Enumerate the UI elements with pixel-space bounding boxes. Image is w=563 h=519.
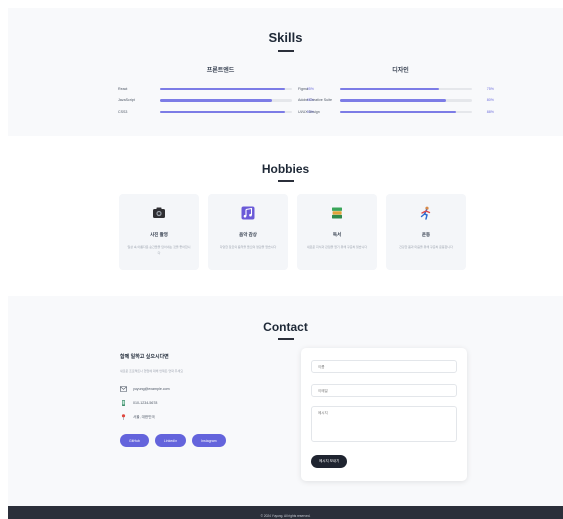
footer-copyright: © 2024 Yuyung. All rights reserved. bbox=[260, 514, 311, 518]
phone-icon bbox=[122, 400, 125, 406]
hobby-card-desc: 일상 속 아름다운 순간들을 담아내는 것을 좋아합니다 bbox=[127, 245, 191, 255]
contact-email-link[interactable]: yuyung@example.com bbox=[133, 387, 170, 391]
skill-row: Adobe Creative Suite 80% bbox=[298, 95, 503, 107]
skills-frontend-column: 프론트엔드 React 95% JavaScript 85% CSS3 95% bbox=[118, 65, 323, 118]
frontend-title: 프론트엔드 bbox=[206, 68, 235, 74]
skill-bar-fill bbox=[160, 110, 286, 113]
hobbies-title: Hobbies bbox=[261, 162, 310, 176]
skill-percent: 75% bbox=[486, 86, 494, 91]
send-message-button[interactable]: 메시지 보내기 bbox=[311, 455, 348, 468]
portfolio-page: Skills 프론트엔드 React 95% JavaScript 85% CS… bbox=[8, 0, 563, 519]
skill-bar bbox=[160, 110, 292, 113]
contact-title-underline bbox=[277, 338, 294, 340]
design-title: 디자인 bbox=[392, 68, 409, 74]
hobby-card-photography: 사진 촬영 일상 속 아름다운 순간들을 담아내는 것을 좋아합니다 bbox=[119, 194, 199, 270]
skill-row: Figma 75% bbox=[298, 83, 503, 95]
hobby-card-exercise: 운동 건강한 몸과 마음을 위해 꾸준히 운동합니다 bbox=[386, 194, 466, 270]
skill-name: JavaScript bbox=[118, 98, 135, 103]
skill-name: Adobe Creative Suite bbox=[298, 98, 332, 103]
skills-section: Skills 프론트엔드 React 95% JavaScript 85% CS… bbox=[8, 8, 563, 136]
skills-design-column: 디자인 Figma 75% Adobe Creative Suite 80% U… bbox=[298, 65, 503, 118]
skill-row: JavaScript 85% bbox=[118, 95, 323, 107]
skill-name: Figma bbox=[298, 86, 308, 91]
hobby-card-title: 음악 감상 bbox=[239, 232, 257, 237]
contact-location: 서울, 대한민국 bbox=[133, 414, 155, 419]
skill-bar-fill bbox=[340, 110, 457, 113]
skill-name: UI/UX Design bbox=[298, 109, 320, 114]
contact-phone-row: 010-1234-5678 bbox=[120, 400, 157, 406]
skill-row: UI/UX Design 88% bbox=[298, 106, 503, 118]
linkedin-button[interactable]: LinkedIn bbox=[154, 434, 187, 447]
contact-heading: 함께 일하고 싶으시다면 bbox=[120, 354, 169, 360]
page-left-edge bbox=[0, 0, 8, 519]
skill-name: CSS3 bbox=[118, 109, 128, 114]
message-textarea[interactable] bbox=[311, 406, 457, 442]
skill-bar-fill bbox=[160, 87, 286, 90]
camera-icon bbox=[153, 207, 165, 218]
music-note-icon bbox=[241, 206, 255, 220]
skill-bar-fill bbox=[340, 87, 439, 90]
contact-title: Contact bbox=[263, 320, 308, 334]
skill-bar-fill bbox=[160, 99, 273, 102]
skills-title-underline bbox=[277, 50, 294, 52]
contact-phone: 010-1234-5678 bbox=[133, 401, 158, 405]
hobby-card-desc: 새로운 지식과 관점을 얻기 위해 꾸준히 읽습니다 bbox=[306, 245, 368, 249]
books-icon bbox=[332, 207, 342, 219]
hobby-card-music: 음악 감상 다양한 장르의 음악을 들으며 영감을 얻습니다 bbox=[208, 194, 288, 270]
contact-form: 메시지 보내기 bbox=[301, 348, 467, 481]
name-input[interactable] bbox=[311, 360, 457, 373]
github-button[interactable]: GitHub bbox=[120, 434, 149, 447]
hobby-card-desc: 다양한 장르의 음악을 들으며 영감을 얻습니다 bbox=[219, 245, 277, 249]
skill-percent: 88% bbox=[486, 109, 494, 114]
contact-section: Contact 함께 일하고 싶으시다면 새로운 프로젝트나 협업에 대해 언제… bbox=[8, 296, 563, 506]
social-links: GitHub LinkedIn Instagram bbox=[120, 434, 232, 447]
contact-email-row: yuyung@example.com bbox=[120, 386, 170, 392]
skills-title: Skills bbox=[268, 30, 303, 45]
contact-subtext: 새로운 프로젝트나 협업에 대해 언제든 연락 주세요 bbox=[120, 369, 183, 373]
skill-bar bbox=[340, 99, 472, 102]
skill-bar bbox=[160, 87, 292, 90]
location-pin-icon bbox=[121, 414, 126, 420]
hobby-card-title: 사진 촬영 bbox=[150, 232, 168, 237]
hobby-card-desc: 건강한 몸과 마음을 위해 꾸준히 운동합니다 bbox=[399, 245, 453, 249]
contact-location-row: 서울, 대한민국 bbox=[120, 414, 155, 420]
skill-name: React bbox=[118, 86, 128, 91]
skill-bar bbox=[160, 99, 292, 102]
envelope-icon bbox=[120, 386, 127, 392]
instagram-button[interactable]: Instagram bbox=[192, 434, 226, 447]
hobbies-title-underline bbox=[277, 180, 294, 182]
hobby-card-title: 운동 bbox=[421, 232, 431, 237]
skill-bar-fill bbox=[340, 99, 446, 102]
email-input[interactable] bbox=[311, 384, 457, 397]
hobby-card-reading: 독서 새로운 지식과 관점을 얻기 위해 꾸준히 읽습니다 bbox=[297, 194, 377, 270]
skill-row: React 95% bbox=[118, 83, 323, 95]
skill-percent: 80% bbox=[486, 98, 494, 103]
skill-bar bbox=[340, 87, 472, 90]
hobbies-section: Hobbies 사진 촬영 일상 속 아름다운 순간들을 담아내는 것을 좋아합… bbox=[8, 136, 563, 296]
skill-bar bbox=[340, 110, 472, 113]
running-icon bbox=[420, 206, 431, 220]
hobby-card-title: 독서 bbox=[332, 232, 342, 237]
skill-row: CSS3 95% bbox=[118, 106, 323, 118]
footer: © 2024 Yuyung. All rights reserved. bbox=[8, 506, 563, 519]
